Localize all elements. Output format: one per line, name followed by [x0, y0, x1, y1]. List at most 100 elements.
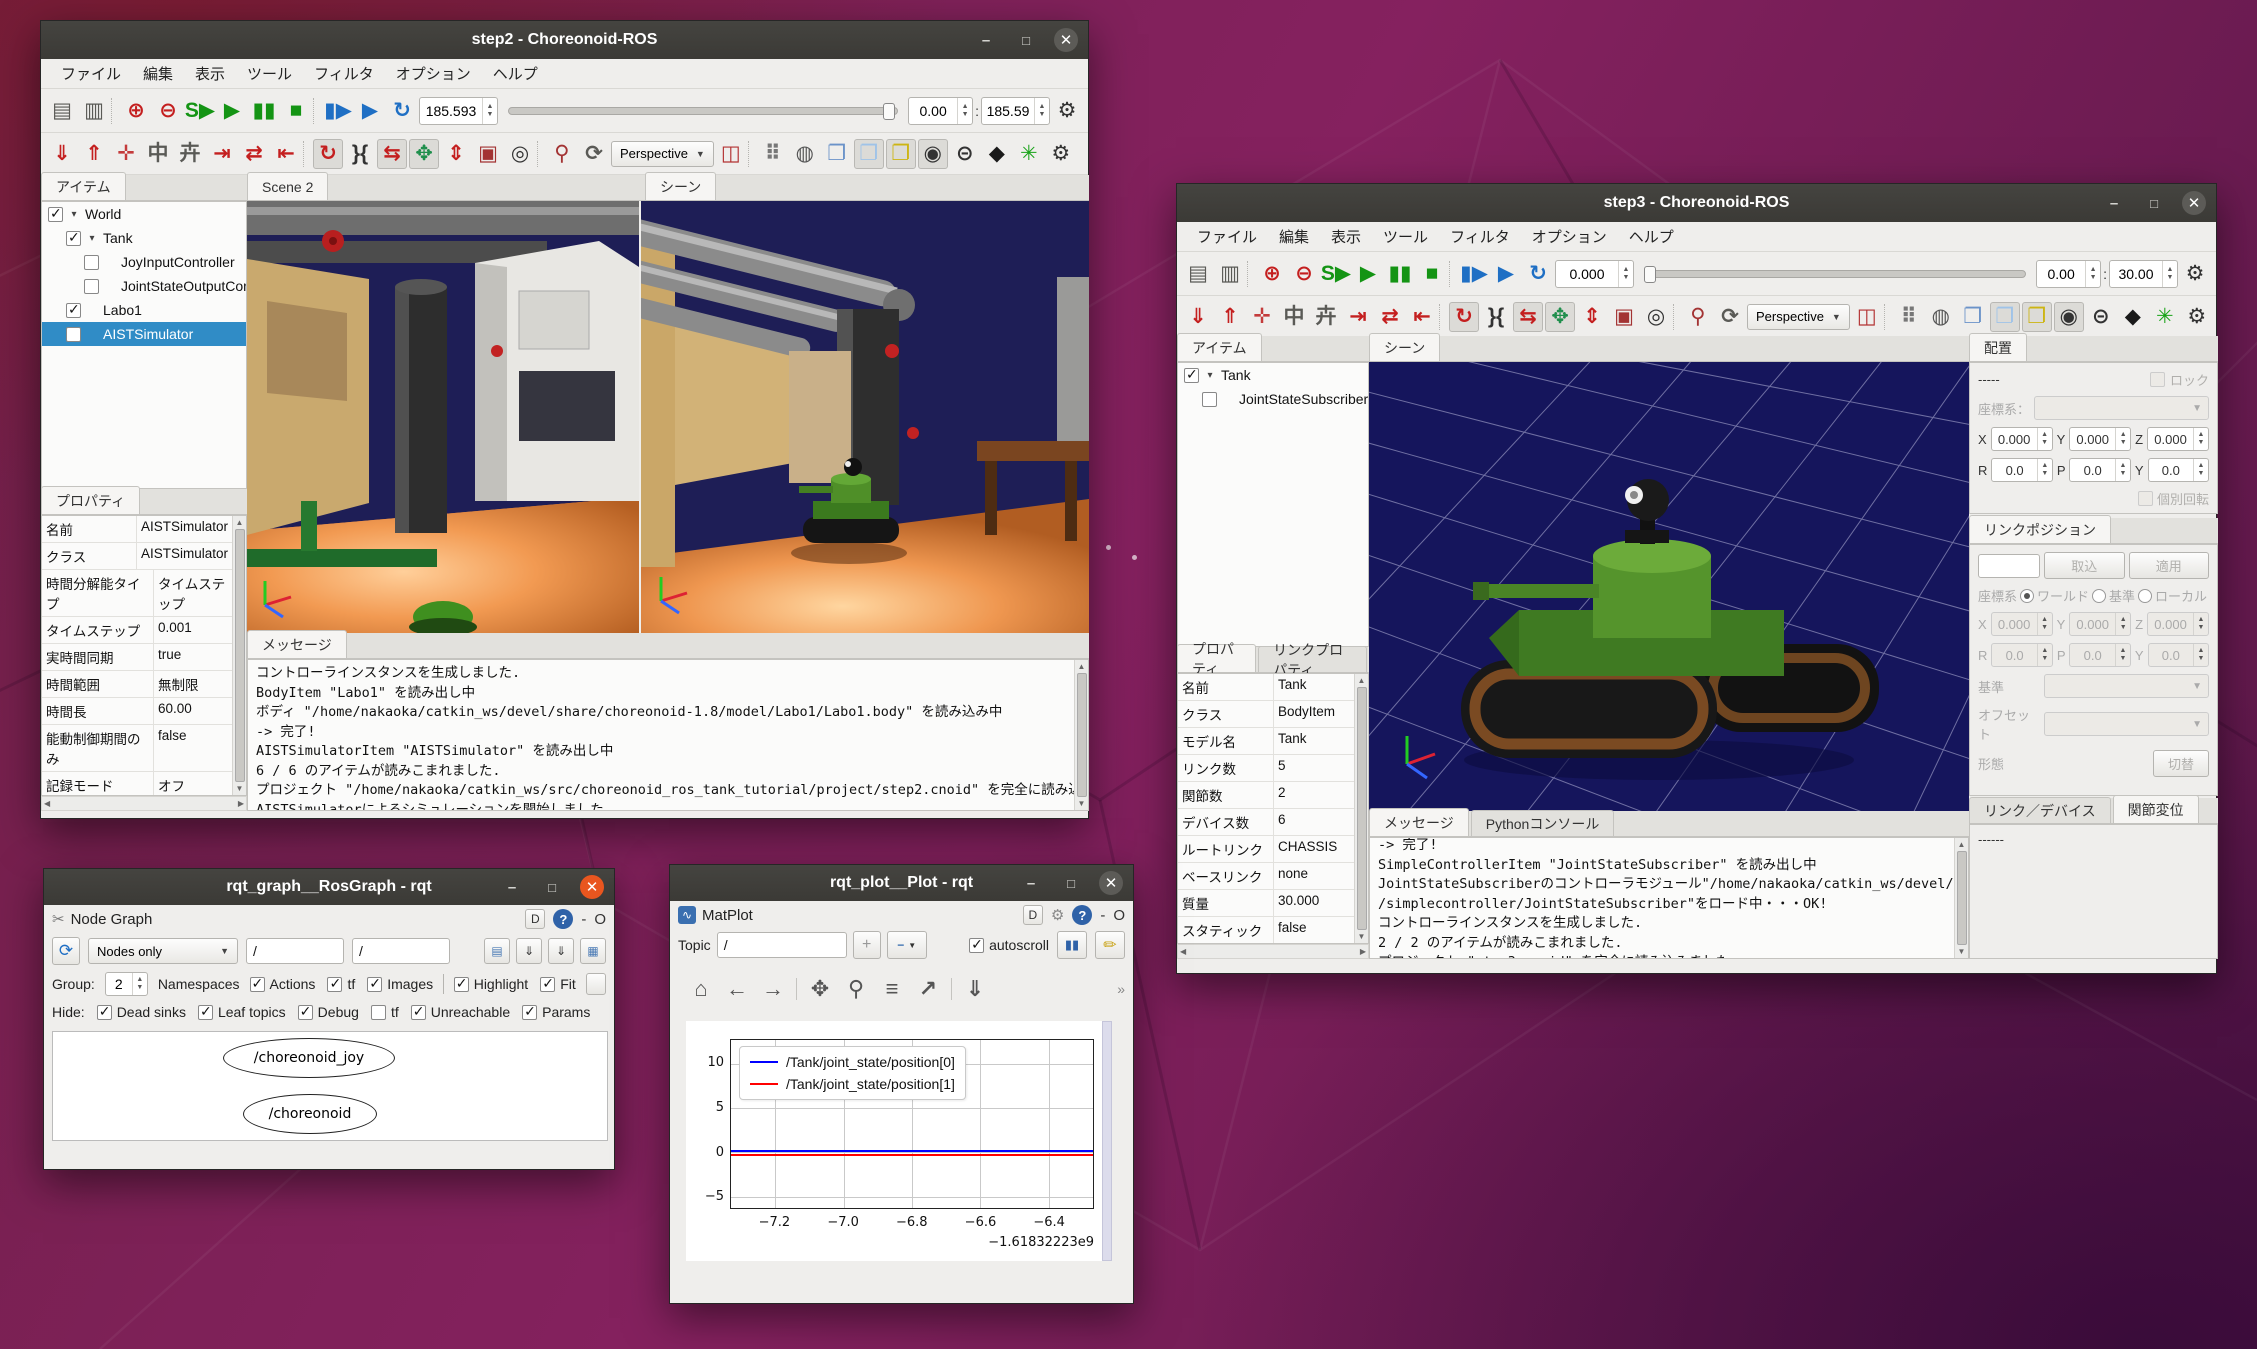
toolbar-icon[interactable]: [303, 141, 311, 167]
scene-3d-view[interactable]: [1369, 362, 1969, 811]
graph-option-checkbox[interactable]: Highlight: [454, 976, 528, 992]
item-tree-row[interactable]: JointStateOutputCon…: [42, 274, 246, 298]
help-icon[interactable]: ?: [1072, 905, 1092, 925]
menu-item[interactable]: 編集: [1269, 223, 1319, 250]
filter-field-2[interactable]: /: [352, 938, 450, 964]
filter-field-1[interactable]: /: [246, 938, 344, 964]
point-grid-icon[interactable]: ⠿: [758, 139, 788, 169]
titlebar-step2[interactable]: step2 - Choreonoid-ROS – □ ✕: [41, 21, 1088, 59]
topic-input[interactable]: /: [717, 932, 847, 958]
clear-plot-icon[interactable]: ✏: [1095, 931, 1125, 959]
playback-sync-icon[interactable]: ▮▶: [323, 96, 353, 126]
menu-item[interactable]: フィルタ: [304, 60, 384, 87]
wireframe-sphere-icon[interactable]: ◍: [1926, 302, 1956, 332]
time-spinbox[interactable]: ▲▼: [419, 97, 498, 125]
forward-icon[interactable]: →: [756, 975, 790, 1003]
pause-simulation-icon[interactable]: ▮▮: [1385, 259, 1415, 289]
range-end-spinbox[interactable]: ▲▼: [981, 97, 1050, 125]
item-checkbox[interactable]: [1202, 392, 1217, 407]
scrollbar-vertical[interactable]: ▲▼: [1954, 838, 1968, 958]
group-input[interactable]: [106, 973, 132, 995]
minimize-button[interactable]: –: [974, 28, 998, 52]
range-end-input[interactable]: [982, 98, 1034, 124]
graph-option-checkbox[interactable]: Images: [367, 976, 433, 992]
menu-item[interactable]: ツール: [237, 60, 302, 87]
start-simulation-icon[interactable]: S▶: [1321, 259, 1351, 289]
time-slider[interactable]: [508, 100, 898, 122]
menu-item[interactable]: 編集: [133, 60, 183, 87]
collision-detection-icon[interactable]: ◫: [1852, 302, 1882, 332]
probe-icon[interactable]: ⚲: [1683, 302, 1713, 332]
autoscroll-checkbox[interactable]: autoscroll: [969, 937, 1049, 953]
vertical-fit-icon[interactable]: ⇕: [441, 139, 471, 169]
time-settings-gear-icon[interactable]: ⚙: [1052, 96, 1082, 126]
toolbar-icon[interactable]: [313, 98, 321, 124]
tab-link-device[interactable]: リンク／デバイス: [1969, 797, 2111, 823]
graph-type-dropdown[interactable]: Nodes only ▼: [88, 938, 238, 964]
tab-placement[interactable]: 配置: [1969, 333, 2027, 361]
item-tree-row[interactable]: AISTSimulator: [42, 322, 246, 346]
property-value[interactable]: false: [1274, 917, 1354, 943]
group-spinbox[interactable]: ▲▼: [105, 972, 148, 996]
dock-minimize-button[interactable]: -: [1100, 907, 1105, 924]
standard-pose-icon[interactable]: 卉: [1311, 302, 1341, 332]
property-value[interactable]: 5: [1274, 755, 1354, 781]
solid-cube-icon[interactable]: ❐: [1958, 302, 1988, 332]
x-spinbox[interactable]: 0.000▲▼: [1991, 427, 2053, 451]
camera-icon[interactable]: ▣: [1609, 302, 1639, 332]
toolbar-icon[interactable]: [1673, 304, 1681, 330]
restore-body-positions-icon[interactable]: ⇑: [1215, 302, 1245, 332]
toolbar-icon[interactable]: [1247, 261, 1255, 287]
p-spinbox[interactable]: 0.0▲▼: [2069, 458, 2130, 482]
scene-rotation-mode-icon[interactable]: ↻: [313, 139, 343, 169]
box-swap-icon[interactable]: ⇄: [1375, 302, 1405, 332]
node-graph-canvas[interactable]: /choreonoid_joy /choreonoid: [52, 1031, 608, 1141]
scrollbar-horizontal[interactable]: ◀▶: [1177, 944, 1369, 959]
maximize-button[interactable]: □: [1014, 28, 1038, 52]
attach-mode-icon[interactable]: }{: [1481, 302, 1511, 332]
minimize-button[interactable]: –: [500, 875, 524, 899]
fetch-button[interactable]: 取込: [2044, 552, 2125, 579]
item-tree-row[interactable]: ▾ World: [42, 202, 246, 226]
dock-minimize-button[interactable]: -: [581, 911, 586, 928]
scene-3d-view-2[interactable]: [641, 201, 1089, 633]
point-grid-icon[interactable]: ⠿: [1894, 302, 1924, 332]
toolbar-icon[interactable]: [537, 141, 545, 167]
playback-sync-icon[interactable]: ▮▶: [1459, 259, 1489, 289]
yaw-spinbox[interactable]: 0.0▲▼: [2148, 643, 2209, 667]
tab-link-position[interactable]: リンクポジション: [1969, 515, 2111, 543]
box-swap-icon[interactable]: ⇄: [239, 139, 269, 169]
r-spinbox[interactable]: 0.0▲▼: [1991, 643, 2052, 667]
menu-item[interactable]: ヘルプ: [1619, 223, 1684, 250]
reload-project-icon[interactable]: ▥: [1215, 259, 1245, 289]
time-slider[interactable]: [1644, 263, 2026, 285]
individual-rotation-checkbox[interactable]: [2138, 491, 2153, 506]
time-settings-gear-icon[interactable]: ⚙: [2180, 259, 2210, 289]
resume-simulation-icon[interactable]: ▶: [1353, 259, 1383, 289]
item-checkbox[interactable]: [84, 279, 99, 294]
plot-scroll-strip[interactable]: [1102, 1021, 1112, 1261]
tab-properties[interactable]: プロパティ: [41, 486, 140, 514]
r-spinbox[interactable]: 0.0▲▼: [1991, 458, 2052, 482]
tab-scene[interactable]: シーン: [645, 172, 716, 200]
item-tree-row[interactable]: ▾ Tank: [42, 226, 246, 250]
box-arrow-in-icon[interactable]: ⇥: [1343, 302, 1373, 332]
projection-dropdown[interactable]: Perspective ▼: [611, 141, 714, 167]
solid-cube-icon[interactable]: ❐: [822, 139, 852, 169]
ros-publish-icon[interactable]: ⊕: [121, 96, 151, 126]
camera-icon[interactable]: ▣: [473, 139, 503, 169]
box-arrow-in-icon[interactable]: ⇥: [207, 139, 237, 169]
pause-plot-icon[interactable]: ▮▮: [1057, 931, 1087, 959]
gear-target-icon[interactable]: ◎: [505, 139, 535, 169]
spin-arrows-icon[interactable]: ▲▼: [2162, 261, 2177, 287]
remove-topic-dropdown[interactable]: −▼: [887, 931, 927, 959]
tab-items[interactable]: アイテム: [41, 172, 126, 200]
menu-item[interactable]: フィルタ: [1440, 223, 1520, 250]
toolbar-overflow[interactable]: »: [1117, 981, 1125, 997]
yellow-cube-icon[interactable]: ❐: [2022, 302, 2052, 332]
menu-item[interactable]: オプション: [1522, 223, 1617, 250]
plot-figure[interactable]: /Tank/joint_state/position[0] /Tank/join…: [686, 1021, 1102, 1261]
spin-arrows-icon[interactable]: ▲▼: [957, 98, 972, 124]
home-icon[interactable]: ⌂: [684, 975, 718, 1003]
black-cube-icon[interactable]: ◆: [982, 139, 1012, 169]
